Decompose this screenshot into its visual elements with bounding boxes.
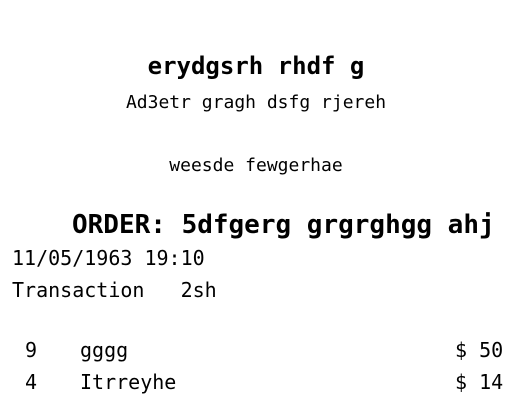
order-label: ORDER: 5dfgerg grgrghgg ahj (72, 210, 495, 240)
store-name: erydgsrh rhdf g (147, 52, 365, 80)
item-price: $ 14 (455, 370, 504, 394)
item-quantity: 9 (25, 338, 38, 362)
store-tagline: weesde fewgerhae (169, 155, 343, 176)
item-name: Itrreyhe (80, 370, 177, 394)
transaction-line: Transaction 2sh (12, 278, 217, 302)
order-datetime: 11/05/1963 19:10 (12, 246, 205, 270)
item-quantity: 4 (25, 370, 38, 394)
item-price: $ 50 (455, 338, 504, 362)
item-name: gggg (80, 338, 129, 362)
list-item: 9 gggg $ 50 (0, 338, 512, 366)
list-item: 4 Itrreyhe $ 14 (0, 370, 512, 398)
receipt: erydgsrh rhdf g Ad3etr gragh dsfg rjereh… (0, 0, 512, 400)
store-address: Ad3etr gragh dsfg rjereh (125, 92, 387, 113)
